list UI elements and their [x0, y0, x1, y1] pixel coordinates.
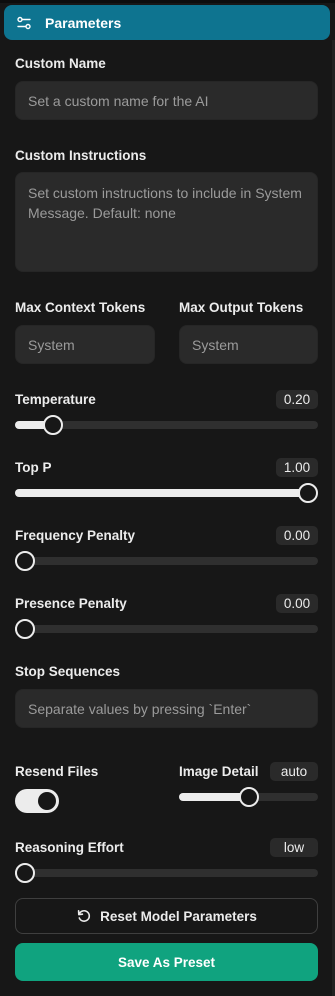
- temperature-slider-thumb[interactable]: [43, 415, 64, 435]
- resend-files-label: Resend Files: [15, 764, 99, 779]
- top-p-label: Top P: [15, 460, 52, 475]
- top-p-slider[interactable]: [15, 483, 318, 503]
- top-divider: [0, 0, 335, 3]
- top-p-value[interactable]: 1.00: [276, 458, 318, 477]
- frequency-penalty-slider-thumb[interactable]: [15, 551, 35, 571]
- presence-penalty-value[interactable]: 0.00: [276, 594, 318, 613]
- custom-instructions-label: Custom Instructions: [15, 148, 147, 163]
- top-p-slider-fill: [15, 489, 308, 497]
- reset-icon: [77, 910, 91, 922]
- parameters-header[interactable]: Parameters: [4, 5, 330, 40]
- image-detail-value[interactable]: auto: [270, 762, 318, 781]
- reset-model-parameters-button[interactable]: Reset Model Parameters: [15, 898, 318, 934]
- max-context-tokens-label: Max Context Tokens: [15, 300, 146, 315]
- custom-name-label: Custom Name: [15, 56, 106, 71]
- save-as-preset-button[interactable]: Save As Preset: [15, 943, 318, 981]
- frequency-penalty-value[interactable]: 0.00: [276, 526, 318, 545]
- temperature-value[interactable]: 0.20: [276, 390, 318, 409]
- presence-penalty-label: Presence Penalty: [15, 596, 127, 611]
- reasoning-effort-slider[interactable]: [15, 863, 318, 883]
- top-p-slider-thumb[interactable]: [298, 483, 318, 503]
- resend-files-toggle-knob: [38, 792, 56, 810]
- presence-penalty-slider-thumb[interactable]: [15, 619, 35, 639]
- resend-files-toggle[interactable]: [15, 789, 59, 813]
- custom-name-input[interactable]: Set a custom name for the AI: [15, 81, 318, 120]
- reset-button-label: Reset Model Parameters: [100, 908, 257, 924]
- reasoning-effort-label: Reasoning Effort: [15, 840, 124, 855]
- stop-sequences-label: Stop Sequences: [15, 664, 121, 679]
- image-detail-label: Image Detail: [179, 764, 259, 779]
- presence-penalty-slider[interactable]: [15, 619, 318, 639]
- frequency-penalty-slider[interactable]: [15, 551, 318, 571]
- image-detail-slider-thumb[interactable]: [238, 787, 259, 807]
- max-output-tokens-label: Max Output Tokens: [179, 300, 304, 315]
- image-detail-slider[interactable]: [179, 787, 318, 807]
- max-context-tokens-input[interactable]: System: [15, 325, 155, 364]
- temperature-label: Temperature: [15, 392, 96, 407]
- reasoning-effort-value[interactable]: low: [270, 838, 318, 857]
- sliders-icon: [17, 16, 31, 29]
- stop-sequences-input[interactable]: Separate values by pressing `Enter`: [15, 689, 318, 728]
- custom-instructions-textarea[interactable]: Set custom instructions to include in Sy…: [15, 172, 318, 272]
- max-output-tokens-input[interactable]: System: [179, 325, 318, 364]
- parameters-title: Parameters: [45, 14, 122, 31]
- frequency-penalty-label: Frequency Penalty: [15, 528, 136, 543]
- reasoning-effort-slider-thumb[interactable]: [15, 863, 35, 883]
- temperature-slider[interactable]: [15, 415, 318, 435]
